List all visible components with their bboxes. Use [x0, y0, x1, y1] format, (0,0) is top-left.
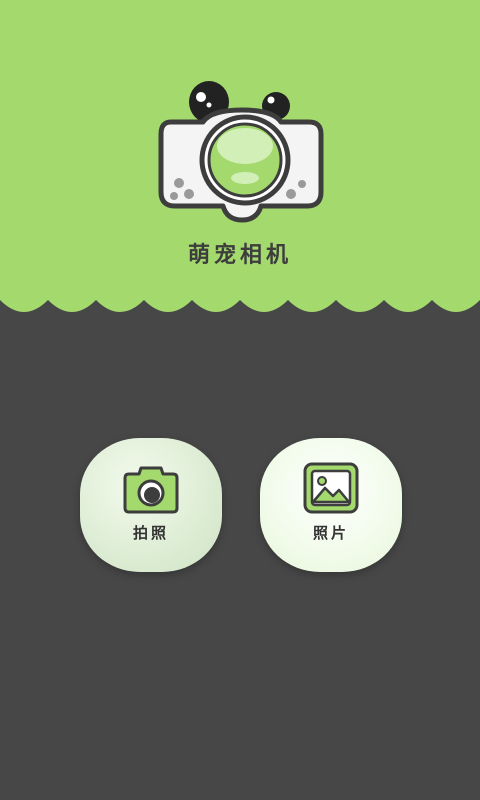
camera-button[interactable]: 拍照 — [80, 438, 222, 572]
app-title: 萌宠相机 — [187, 243, 292, 268]
header-banner: 萌宠相机 — [0, 0, 480, 300]
camera-icon — [123, 466, 179, 514]
photos-button[interactable]: 照片 — [260, 438, 402, 572]
panda-camera-logo — [158, 81, 324, 223]
photos-button-label: 照片 — [312, 524, 349, 542]
scallop-edge — [0, 294, 480, 312]
home-screen: 萌宠相机 拍照 照片 — [0, 0, 480, 800]
picture-icon — [303, 462, 359, 514]
camera-button-label: 拍照 — [132, 524, 169, 542]
